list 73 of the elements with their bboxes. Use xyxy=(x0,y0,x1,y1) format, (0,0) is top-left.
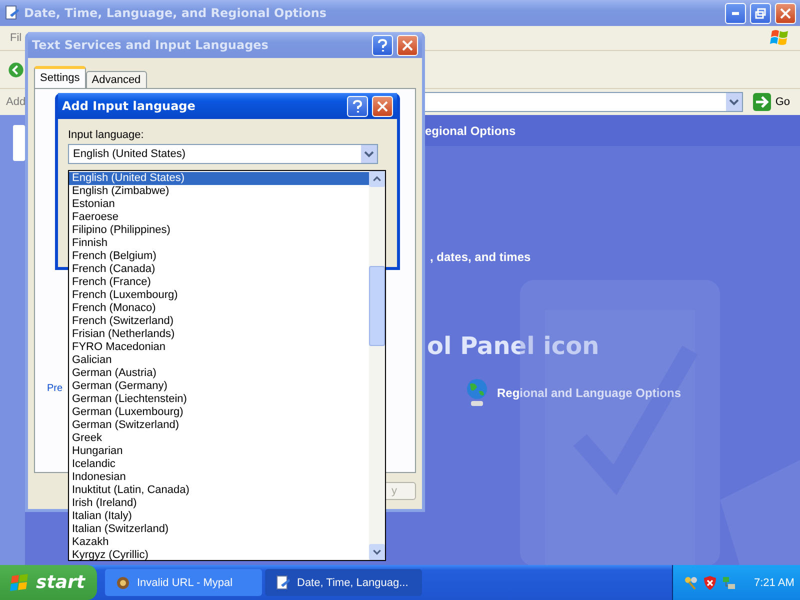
section-text: , dates, and times xyxy=(430,250,532,264)
list-option[interactable]: Kyrgyz (Cyrillic) xyxy=(69,549,369,562)
list-option[interactable]: Italian (Italy) xyxy=(69,510,369,523)
list-option[interactable]: Irish (Ireland) xyxy=(69,497,369,510)
address-label: Add xyxy=(6,96,26,108)
back-icon[interactable] xyxy=(8,62,24,78)
dropdown-button[interactable] xyxy=(726,93,742,111)
list-option[interactable]: Hungarian xyxy=(69,445,369,458)
close-icon xyxy=(402,40,413,50)
restore-icon xyxy=(755,8,766,18)
dialog-title: Text Services and Input Languages xyxy=(32,38,270,52)
windows-logo-icon xyxy=(770,28,790,48)
globe-icon xyxy=(465,378,489,408)
list-option[interactable]: German (Switzerland) xyxy=(69,419,369,432)
section-heading: ol Panel icon xyxy=(427,332,600,360)
sidebar-panel xyxy=(13,125,25,161)
menu-item[interactable]: Fil xyxy=(10,32,22,44)
list-option[interactable]: Estonian xyxy=(69,198,369,211)
list-option[interactable]: Indonesian xyxy=(69,471,369,484)
list-option[interactable]: Filipino (Philippines) xyxy=(69,224,369,237)
list-option[interactable]: English (United States) xyxy=(69,172,369,185)
close-button[interactable] xyxy=(372,96,393,116)
tab[interactable]: Advanced xyxy=(86,71,147,88)
scroll-up-button[interactable] xyxy=(369,171,385,187)
network-icon[interactable] xyxy=(721,574,737,590)
list-option[interactable]: French (Switzerland) xyxy=(69,315,369,328)
shield-alert-icon[interactable] xyxy=(702,574,718,590)
caret-icon xyxy=(372,174,382,184)
list-option[interactable]: German (Austria) xyxy=(69,367,369,380)
list-option[interactable]: Icelandic xyxy=(69,458,369,471)
list-option[interactable]: French (Monaco) xyxy=(69,302,369,315)
arrow-icon xyxy=(753,93,772,111)
clock: 7:21 AM xyxy=(754,576,794,588)
list-option[interactable]: Kazakh xyxy=(69,536,369,549)
field-label: Input language: xyxy=(68,129,145,141)
close-icon xyxy=(780,8,791,18)
list-option[interactable]: FYRO Macedonian xyxy=(69,341,369,354)
minimize-icon xyxy=(732,12,739,14)
taskbar-button[interactable]: Invalid URL - Mypal xyxy=(105,569,262,596)
list-option[interactable]: French (Luxembourg) xyxy=(69,289,369,302)
list-option[interactable]: English (Zimbabwe) xyxy=(69,185,369,198)
list-option[interactable]: German (Germany) xyxy=(69,380,369,393)
list-option[interactable]: Greek xyxy=(69,432,369,445)
list-option[interactable]: Faeroese xyxy=(69,211,369,224)
windows-logo-icon xyxy=(10,572,30,592)
help-icon xyxy=(378,38,387,52)
language-dropdown[interactable]: English (United States) xyxy=(68,144,378,164)
list-option[interactable]: German (Liechtenstein) xyxy=(69,393,369,406)
list-option[interactable]: Frisian (Netherlands) xyxy=(69,328,369,341)
list-option[interactable]: French (Canada) xyxy=(69,263,369,276)
preferences-link[interactable]: Pre xyxy=(47,383,63,394)
go-button[interactable]: Go xyxy=(749,93,794,111)
list-option[interactable]: Italian (Switzerland) xyxy=(69,523,369,536)
list-option[interactable]: Galician xyxy=(69,354,369,367)
dialog-title: Add Input language xyxy=(62,99,196,113)
window-title: Date, Time, Language, and Regional Options xyxy=(24,6,328,20)
scroll-down-button[interactable] xyxy=(369,544,385,560)
list-option[interactable]: French (Belgium) xyxy=(69,250,369,263)
taskbar-button[interactable]: Date, Time, Languag... xyxy=(265,569,422,596)
window-icon xyxy=(4,5,20,21)
document-icon xyxy=(275,574,291,590)
caret-icon xyxy=(372,547,382,557)
list-option[interactable]: Inuktitut (Latin, Canada) xyxy=(69,484,369,497)
list-option[interactable]: German (Luxembourg) xyxy=(69,406,369,419)
help-button[interactable] xyxy=(347,96,368,116)
scrollbar-thumb[interactable] xyxy=(369,266,385,346)
tab[interactable]: Settings xyxy=(34,66,86,88)
close-icon xyxy=(377,100,388,112)
dropdown-button[interactable] xyxy=(361,145,377,163)
help-icon xyxy=(353,100,362,112)
header-title: egional Options xyxy=(425,124,516,138)
list-option[interactable]: French (France) xyxy=(69,276,369,289)
list-option[interactable]: Finnish xyxy=(69,237,369,250)
